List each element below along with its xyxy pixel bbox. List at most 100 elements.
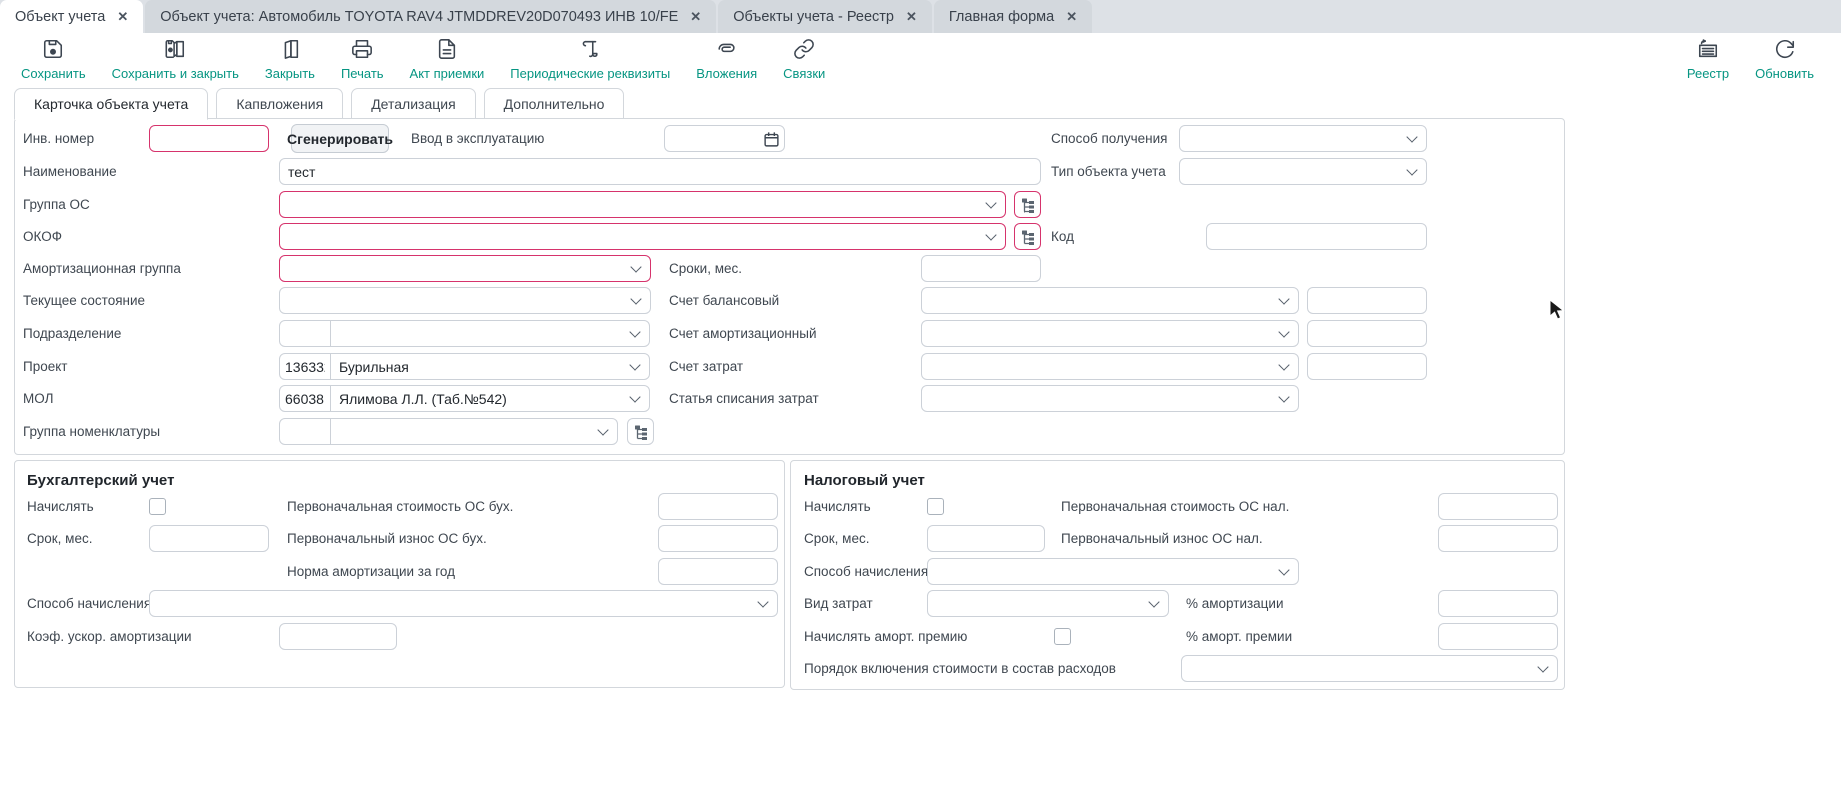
window-tab-object[interactable]: Объект учета ✕ <box>0 0 143 33</box>
chevron-down-icon <box>985 197 996 208</box>
balance-account-select[interactable] <box>921 287 1299 314</box>
window-tab-label: Объект учета <box>15 9 105 25</box>
window-tab-label: Объекты учета - Реестр <box>733 9 894 25</box>
tax-inclusion-order-select[interactable] <box>1181 655 1558 682</box>
mol-code-input[interactable] <box>279 385 331 412</box>
tree-icon <box>633 424 649 440</box>
department-select[interactable] <box>330 320 650 347</box>
depreciation-account-input[interactable] <box>1307 320 1427 347</box>
object-card-panel: Инв. номер Сгенерировать Ввод в эксплуат… <box>14 118 1565 455</box>
nomenclature-group-select[interactable] <box>330 418 618 445</box>
acc-rate-label: Норма амортизации за год <box>287 558 455 585</box>
mol-value: Ялимова Л.Л. (Таб.№542) <box>339 391 507 407</box>
acc-method-label: Способ начисления... <box>27 590 162 617</box>
os-group-tree-button[interactable] <box>1014 191 1041 218</box>
tax-cost-type-select[interactable] <box>927 590 1169 617</box>
tax-method-label: Способ начисления... <box>804 558 939 585</box>
acc-method-select[interactable] <box>149 590 778 617</box>
department-code-input[interactable] <box>279 320 331 347</box>
close-tab-icon[interactable]: ✕ <box>690 9 701 25</box>
chevron-down-icon <box>985 229 996 240</box>
acc-initial-cost-input[interactable] <box>658 493 778 520</box>
mol-select[interactable]: Ялимова Л.Л. (Таб.№542) <box>330 385 650 412</box>
periodic-requisites-button[interactable]: Периодические реквизиты <box>497 36 683 83</box>
chevron-down-icon <box>1148 596 1159 607</box>
tax-cost-type-label: Вид затрат <box>804 590 873 617</box>
acc-term-input[interactable] <box>149 525 269 552</box>
save-button[interactable]: Сохранить <box>8 36 99 83</box>
window-tab-object-toyota[interactable]: Объект учета: Автомобиль TOYOTA RAV4 JTM… <box>145 0 716 33</box>
balance-account-input[interactable] <box>1307 287 1427 314</box>
accounting-panel: Бухгалтерский учет Начислять Первоначаль… <box>14 460 785 688</box>
acc-coef-input[interactable] <box>279 623 397 650</box>
close-button[interactable]: Закрыть <box>252 36 328 83</box>
writeoff-item-select[interactable] <box>921 385 1299 412</box>
current-state-select[interactable] <box>279 287 651 314</box>
acc-rate-input[interactable] <box>658 558 778 585</box>
window-tab-main-form[interactable]: Главная форма ✕ <box>934 0 1092 33</box>
close-tab-icon[interactable]: ✕ <box>906 9 917 25</box>
close-tab-icon[interactable]: ✕ <box>1066 9 1077 25</box>
depreciation-account-select[interactable] <box>921 320 1299 347</box>
mol-label: МОЛ <box>23 385 53 412</box>
tax-initial-wear-input[interactable] <box>1438 525 1558 552</box>
terms-input[interactable] <box>921 255 1041 282</box>
tax-bonus-pct-input[interactable] <box>1438 623 1558 650</box>
acc-initial-wear-input[interactable] <box>658 525 778 552</box>
calendar-icon[interactable] <box>759 127 783 151</box>
close-tab-icon[interactable]: ✕ <box>117 9 128 25</box>
tree-icon <box>1020 197 1036 213</box>
window-tab-registry[interactable]: Объекты учета - Реестр ✕ <box>718 0 932 33</box>
acquisition-method-select[interactable] <box>1179 125 1427 152</box>
print-icon <box>351 38 373 65</box>
writeoff-item-label: Статья списания затрат <box>669 385 819 412</box>
acquisition-method-label: Способ получения <box>1051 125 1167 152</box>
okof-tree-button[interactable] <box>1014 223 1041 250</box>
okof-select[interactable] <box>279 223 1006 250</box>
generate-button[interactable]: Сгенерировать <box>291 124 389 153</box>
project-select[interactable]: Бурильная <box>330 353 650 380</box>
links-button[interactable]: Связки <box>770 36 838 83</box>
project-code-input[interactable] <box>279 353 331 380</box>
acc-term-label: Срок, мес. <box>27 525 92 552</box>
print-button[interactable]: Печать <box>328 36 397 83</box>
tax-initial-cost-input[interactable] <box>1438 493 1558 520</box>
acc-accrue-checkbox[interactable] <box>149 498 166 515</box>
tab-capex[interactable]: Капвложения <box>216 88 343 119</box>
name-input[interactable] <box>279 158 1041 185</box>
cost-account-select[interactable] <box>921 353 1299 380</box>
chevron-down-icon <box>629 359 640 370</box>
os-group-select[interactable] <box>279 191 1006 218</box>
tax-bonus-accrue-checkbox[interactable] <box>1054 628 1071 645</box>
okof-label: ОКОФ <box>23 223 62 250</box>
registry-button[interactable]: Реестр <box>1674 36 1742 83</box>
tax-accrue-checkbox[interactable] <box>927 498 944 515</box>
nomenclature-code-input[interactable] <box>279 418 331 445</box>
tab-extra[interactable]: Дополнительно <box>484 88 625 119</box>
inv-number-input[interactable] <box>149 125 269 152</box>
acceptance-act-button[interactable]: Акт приемки <box>397 36 498 83</box>
attachments-button[interactable]: Вложения <box>683 36 770 83</box>
tax-method-select[interactable] <box>927 558 1299 585</box>
code-input[interactable] <box>1206 223 1427 250</box>
nomenclature-tree-button[interactable] <box>627 418 654 445</box>
inv-number-label: Инв. номер <box>23 125 94 152</box>
tab-detail[interactable]: Детализация <box>351 88 475 119</box>
depreciation-group-select[interactable] <box>279 255 651 282</box>
save-and-close-button[interactable]: Сохранить и закрыть <box>99 36 252 83</box>
tab-object-card[interactable]: Карточка объекта учета <box>14 88 208 120</box>
registry-icon <box>1697 38 1719 65</box>
commissioning-label: Ввод в эксплуатацию <box>411 125 544 152</box>
paperclip-icon <box>716 38 738 65</box>
cost-account-input[interactable] <box>1307 353 1427 380</box>
tax-term-input[interactable] <box>927 525 1045 552</box>
tax-initial-cost-label: Первоначальная стоимость ОС нал. <box>1061 493 1289 520</box>
tax-initial-wear-label: Первоначальный износ ОС нал. <box>1061 525 1263 552</box>
balance-account-label: Счет балансовый <box>669 287 779 314</box>
depreciation-group-label: Амортизационная группа <box>23 255 181 282</box>
refresh-button[interactable]: Обновить <box>1742 36 1827 83</box>
link-icon <box>793 38 815 65</box>
object-type-select[interactable] <box>1179 158 1427 185</box>
tax-depreciation-pct-input[interactable] <box>1438 590 1558 617</box>
chevron-down-icon <box>629 391 640 402</box>
